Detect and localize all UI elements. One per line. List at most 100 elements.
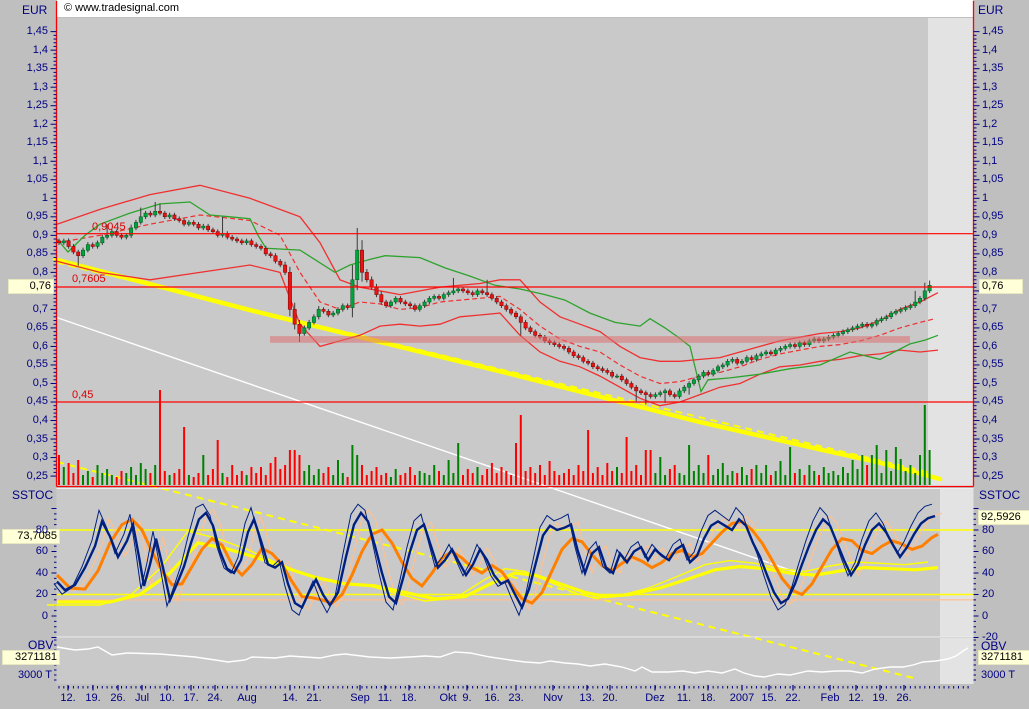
volume-bar [466,469,469,485]
candle-body [76,251,81,256]
volume-bar [274,457,277,485]
volume-bar [875,445,878,485]
volume-bar [163,471,166,485]
candle-body [412,305,417,310]
candle-body [749,357,754,360]
volume-bar [250,467,253,485]
candle-body [845,329,850,332]
volume-bar [846,473,849,485]
volume-bar [587,430,590,485]
volume-bar [750,469,753,485]
volume-bar [226,477,229,485]
candle-body [663,390,668,394]
volume-bar [640,475,642,485]
y-axis-label-right: 1,1 [982,154,998,167]
obv-value-right: 3271181 [978,650,1029,665]
volume-bar [438,471,440,485]
volume-bar [216,440,219,485]
volume-bar [183,427,186,485]
volume-bar [923,405,926,485]
candle-body [792,344,797,347]
candle-body [437,296,441,299]
y-axis-label-left: 0,5 [32,376,48,389]
obv-scale-left: 3000 T [17,669,52,681]
x-axis-date-label: Dez [645,692,665,704]
candle-body [249,240,254,245]
volume-bar [245,475,248,485]
candle-body [557,344,562,347]
level-label-7605: 0,7605 [72,273,106,285]
volume-bar [519,415,522,485]
candle-body [841,331,845,334]
volume-bar [870,455,873,485]
y-axis-label-right: 0,55 [982,358,1004,371]
volume-bar [409,467,412,485]
y-axis-label-left: 1,35 [26,62,48,75]
candle-body [634,386,639,392]
volume-bar [765,465,768,485]
candle-body [105,235,110,238]
sstoc-axis-label-left: 80 [35,523,48,536]
volume-bar [601,475,604,485]
candle-body [432,296,437,299]
candle-body [244,240,249,244]
volume-bar [399,475,402,485]
volume-bar [851,460,854,485]
y-axis-label-right: 0,8 [982,265,998,278]
volume-bar [914,473,917,485]
candle-body [369,279,374,288]
y-axis-label-right: 0,25 [982,469,1004,482]
volume-bar [173,473,176,485]
x-axis-date-label: 12. [60,692,76,704]
candle-body [311,316,316,323]
candle-body [475,290,480,295]
volume-bar [577,465,580,485]
candle-body [860,323,865,327]
x-axis [58,685,969,691]
x-axis-date-label: 21. [306,692,322,704]
volume-bar [856,469,859,485]
candle-body [138,216,143,223]
volume-bar [365,475,368,485]
candle-body [605,370,610,373]
x-axis-date-label: Aug [237,692,257,704]
y-axis-label-left: 1,15 [26,136,48,149]
candle-body [360,249,364,273]
candle-body [206,225,211,231]
volume-bar [77,460,80,485]
candle-body [326,311,331,316]
y-axis-label-left: 1 [41,191,48,204]
volume-bar [736,473,739,485]
candle-body [259,246,263,249]
y-axis-label-right: 1,2 [982,117,998,130]
volume-bar [866,465,869,485]
candle-body [177,218,182,221]
volume-bar [255,473,258,485]
chart-canvas[interactable] [0,0,1029,709]
candle-body [629,383,634,388]
volume-bar [202,455,205,485]
volume-bar [67,463,70,485]
volume-bar [380,475,383,485]
y-axis-label-left: 1,45 [26,25,48,38]
sstoc-axis-label-right: -20 [982,631,998,643]
volume-bar [495,473,498,485]
obv-scale-right: 3000 T [981,669,1016,681]
candle-body [153,211,158,216]
volume-bar [394,469,397,485]
candle-body [667,390,672,395]
volume-bar [471,473,474,485]
volume-bar [130,467,133,485]
candle-body [908,305,913,308]
volume-bar [880,473,883,485]
volume-bar [692,471,695,485]
volume-bar [673,465,676,485]
trading-chart-window: { "header": { "copyright": "© www.trades… [0,0,1029,709]
candle-body [57,240,61,244]
volume-bar [779,461,782,485]
candle-body [143,212,148,218]
volume-bar [548,461,551,485]
volume-bar [928,450,931,485]
candle-body [797,342,802,347]
volume-bar [769,475,772,485]
